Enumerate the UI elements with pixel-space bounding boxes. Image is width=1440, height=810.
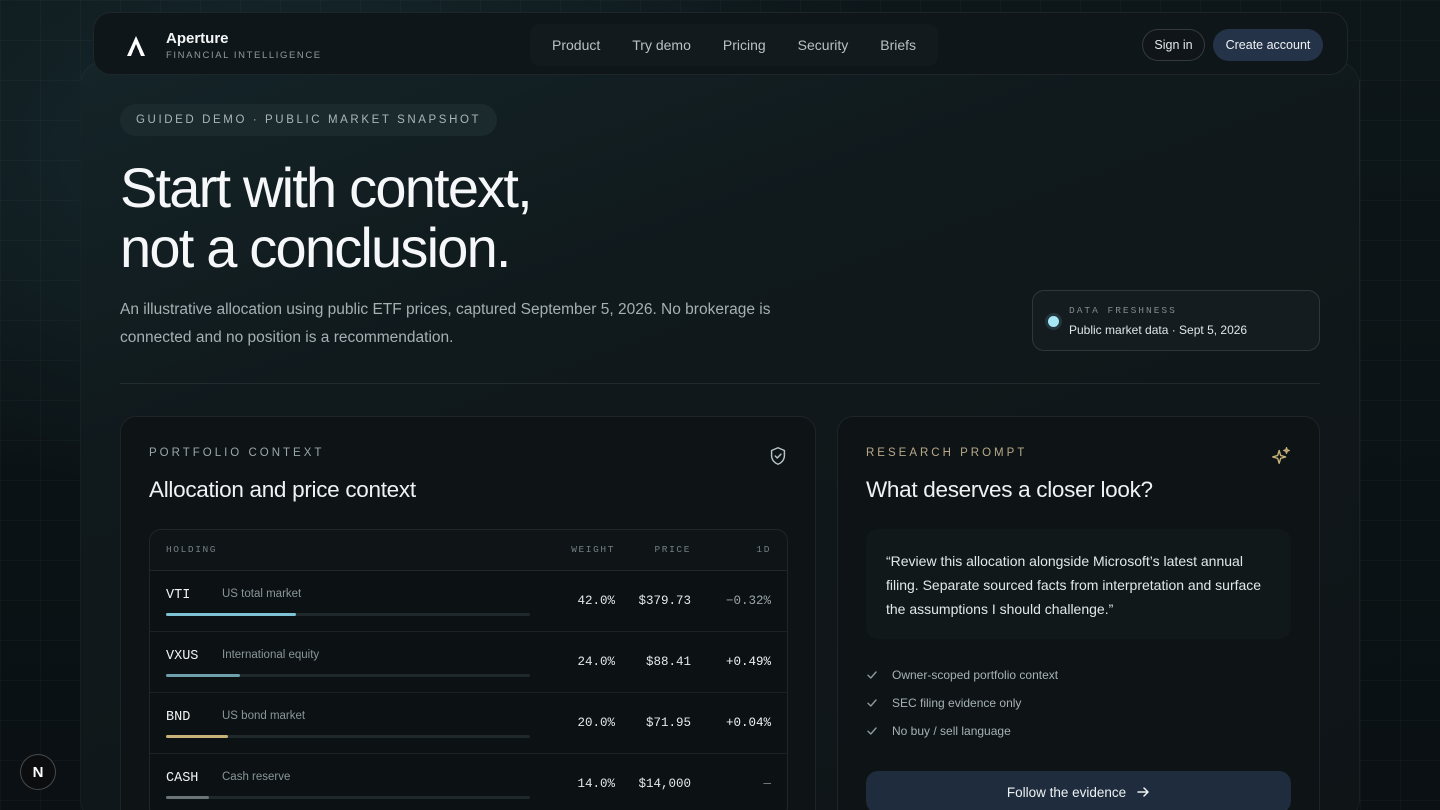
- ticker: CASH: [166, 771, 199, 786]
- hero-title: Start with context, not a conclusion.: [120, 156, 533, 279]
- check-icon: [867, 699, 877, 707]
- list-item: No buy / sell language: [866, 717, 1058, 745]
- ticker: BND: [166, 710, 191, 725]
- research-prompt-card: RESEARCH PROMPT What deserves a closer l…: [837, 416, 1320, 810]
- holding-description: International equity: [222, 649, 320, 661]
- ticker: VTI: [166, 588, 191, 603]
- framework-badge-button[interactable]: N: [20, 754, 56, 790]
- check-icon: [867, 671, 877, 679]
- research-eyebrow: RESEARCH PROMPT: [866, 447, 1028, 459]
- hero-title-line-2: not a conclusion.: [120, 216, 511, 279]
- nav-link-briefs[interactable]: Briefs: [864, 37, 932, 53]
- table-row[interactable]: VTI US total market 42.0% $379.73 −0.32%: [150, 571, 787, 632]
- col-1d: 1D: [756, 544, 771, 555]
- sign-in-button[interactable]: Sign in: [1142, 29, 1205, 61]
- freshness-value: Public market data · Sept 5, 2026: [1069, 323, 1248, 337]
- create-account-button[interactable]: Create account: [1213, 29, 1323, 61]
- allocation-bar-fill: [166, 674, 241, 677]
- research-title: What deserves a closer look?: [866, 477, 1153, 502]
- portfolio-title: Allocation and price context: [149, 477, 416, 502]
- col-holding: HOLDING: [166, 544, 218, 555]
- research-prompt-quote: “Review this allocation alongside Micros…: [866, 529, 1291, 639]
- data-freshness-card: DATA FRESHNESS Public market data · Sept…: [1032, 290, 1320, 351]
- table-row[interactable]: BND US bond market 20.0% $71.95 +0.04%: [150, 693, 787, 754]
- guardrail-label: SEC filing evidence only: [892, 696, 1022, 710]
- col-weight: WEIGHT: [571, 544, 615, 555]
- hero-title-line-1: Start with context,: [120, 156, 533, 219]
- weight-value: 20.0%: [577, 716, 615, 730]
- hero-description: An illustrative allocation using public …: [120, 301, 771, 346]
- list-item: SEC filing evidence only: [866, 689, 1058, 717]
- table-row[interactable]: VXUS International equity 24.0% $88.41 +…: [150, 632, 787, 693]
- guardrail-label: Owner-scoped portfolio context: [892, 668, 1059, 682]
- follow-evidence-label: Follow the evidence: [1006, 784, 1127, 800]
- weight-value: 42.0%: [577, 594, 615, 608]
- weight-value: 24.0%: [577, 655, 615, 669]
- list-item: Owner-scoped portfolio context: [866, 661, 1058, 689]
- brand-subtitle: FINANCIAL INTELLIGENCE: [166, 50, 322, 61]
- brand[interactable]: Aperture FINANCIAL INTELLIGENCE: [124, 30, 322, 61]
- top-navigation: Aperture FINANCIAL INTELLIGENCE Product …: [93, 12, 1348, 75]
- change-value: +0.49%: [725, 655, 771, 669]
- price-value: $71.95: [645, 716, 691, 730]
- holding-description: US total market: [222, 588, 302, 600]
- portfolio-eyebrow: PORTFOLIO CONTEXT: [149, 447, 325, 459]
- col-price: PRICE: [654, 544, 691, 555]
- arrow-right-icon: [1137, 787, 1149, 797]
- table-header: HOLDING WEIGHT PRICE 1D: [150, 530, 787, 571]
- portfolio-context-card: PORTFOLIO CONTEXT Allocation and price c…: [120, 416, 816, 810]
- nav-link-product[interactable]: Product: [536, 37, 616, 53]
- table-row[interactable]: CASH Cash reserve 14.0% $14,000 —: [150, 754, 787, 810]
- holdings-table: HOLDING WEIGHT PRICE 1D VTI US total mar…: [149, 529, 788, 810]
- price-value: $14,000: [638, 777, 691, 791]
- ticker: VXUS: [166, 649, 199, 664]
- nav-link-security[interactable]: Security: [782, 37, 865, 53]
- allocation-bar: [166, 613, 530, 616]
- brand-title: Aperture: [166, 30, 229, 47]
- allocation-bar: [166, 674, 530, 677]
- price-value: $88.41: [645, 655, 691, 669]
- guardrail-list: Owner-scoped portfolio context SEC filin…: [866, 661, 1058, 745]
- demo-eyebrow-pill: GUIDED DEMO · PUBLIC MARKET SNAPSHOT: [120, 104, 498, 136]
- allocation-bar: [166, 796, 530, 799]
- change-value: −0.32%: [725, 594, 771, 608]
- follow-evidence-button[interactable]: Follow the evidence: [866, 771, 1291, 810]
- sparkle-icon: [1272, 447, 1290, 465]
- nav-link-try-demo[interactable]: Try demo: [616, 37, 707, 53]
- change-value: —: [763, 777, 771, 791]
- holding-description: Cash reserve: [222, 771, 291, 783]
- freshness-status-dot: [1048, 316, 1059, 327]
- weight-value: 14.0%: [577, 777, 615, 791]
- allocation-bar: [166, 735, 530, 738]
- section-divider: [120, 383, 1320, 384]
- shield-check-icon: [770, 447, 786, 465]
- allocation-bar-fill: [166, 735, 228, 738]
- aperture-logo-icon: [127, 35, 145, 56]
- freshness-label: DATA FRESHNESS: [1069, 305, 1177, 316]
- change-value: +0.04%: [725, 716, 771, 730]
- check-icon: [867, 727, 877, 735]
- holding-description: US bond market: [222, 710, 306, 722]
- nav-link-pricing[interactable]: Pricing: [707, 37, 782, 53]
- allocation-bar-fill: [166, 613, 296, 616]
- allocation-bar-fill: [166, 796, 210, 799]
- nav-links: Product Try demo Pricing Security Briefs: [530, 24, 939, 66]
- guardrail-label: No buy / sell language: [892, 724, 1011, 738]
- price-value: $379.73: [638, 594, 691, 608]
